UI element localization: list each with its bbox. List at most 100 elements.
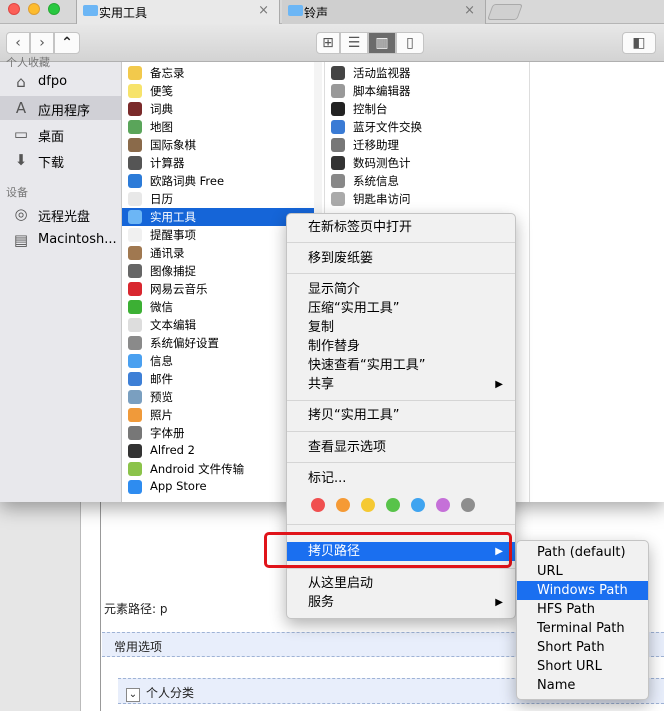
column-view-button[interactable]: ▥ [368,32,396,54]
coverflow-view-button[interactable]: ▯ [396,32,424,54]
sidebar-item-label: 远程光盘 [38,210,91,225]
menu-item-quick-look[interactable]: 快速查看“实用工具” [287,356,515,375]
submenu-arrow-icon: ▶ [495,379,503,390]
menu-item-move-to-trash[interactable]: 移到废纸篓 [287,249,515,268]
folder-icon [83,5,98,16]
sidebar-item-macintosh-hd[interactable]: ▤ Macintosh... [0,228,121,252]
app-icon [128,246,142,260]
app-icon [331,156,345,170]
sidebar-item-remote-disc[interactable]: ◎ 远程光盘 [0,202,121,226]
submenu-item-terminal-path[interactable]: Terminal Path [517,619,648,638]
menu-item-services[interactable]: 服务 ▶ [287,593,515,612]
app-icon [128,372,142,386]
menu-item-duplicate[interactable]: 复制 [287,318,515,337]
app-icon [331,102,345,116]
tag-button[interactable]: ◧ [622,32,656,54]
forward-button[interactable]: › [30,32,54,54]
tag-color-dot[interactable] [461,498,475,512]
sidebar-item-applications[interactable]: A 应用程序 [0,96,121,120]
list-item-label: 钥匙串访问 [353,192,411,206]
tag-color-dot[interactable] [336,498,350,512]
submenu-item-url[interactable]: URL [517,562,648,581]
list-item[interactable]: 地图 [122,118,321,136]
list-item[interactable]: 数码测色计 [325,154,529,172]
menu-item-make-alias[interactable]: 制作替身 [287,337,515,356]
app-icon [128,102,142,116]
app-icon [331,138,345,152]
tag-color-dot[interactable] [361,498,375,512]
list-item[interactable]: 脚本编辑器 [325,82,529,100]
submenu-item-path-default[interactable]: Path (default) [517,543,648,562]
submenu-item-short-url[interactable]: Short URL [517,657,648,676]
list-item[interactable]: 活动监视器 [325,64,529,82]
submenu-item-name[interactable]: Name [517,676,648,695]
menu-item-open-new-tab[interactable]: 在新标签页中打开 [287,218,515,237]
list-item-label: 蓝牙文件交换 [353,120,422,134]
new-tab-button[interactable] [487,4,523,20]
app-icon [128,444,142,458]
app-icon [331,192,345,206]
list-item[interactable]: 词典 [122,100,321,118]
list-item[interactable]: 欧路词典 Free [122,172,321,190]
sidebar-item-label: 桌面 [38,130,65,145]
tag-color-dot[interactable] [386,498,400,512]
submenu-item-windows-path[interactable]: Windows Path [517,581,648,600]
list-item-label: 提醒事项 [150,228,196,242]
back-button[interactable]: ‹ [6,32,30,54]
app-icon [128,228,142,242]
list-item-label: 预览 [150,390,173,404]
list-item[interactable]: 控制台 [325,100,529,118]
list-item-label: 邮件 [150,372,173,386]
submenu-item-hfs-path[interactable]: HFS Path [517,600,648,619]
list-item[interactable]: 便笺 [122,82,321,100]
enclosing-folder-button[interactable]: ⌃ [54,32,80,54]
window-maximize-button[interactable] [48,3,60,15]
tab-close-icon[interactable]: × [464,3,475,18]
personal-category-label: 个人分类 [146,686,195,700]
chevron-down-icon[interactable]: ⌄ [126,688,140,702]
list-item[interactable]: 迁移助理 [325,136,529,154]
list-item-label: 日历 [150,192,173,206]
menu-item-copy-item[interactable]: 拷贝“实用工具” [287,406,515,425]
sidebar-item-desktop[interactable]: ▭ 桌面 [0,122,121,146]
menu-item-view-options[interactable]: 查看显示选项 [287,438,515,457]
menu-item-share[interactable]: 共享 ▶ [287,375,515,394]
menu-item-label: 服务 [308,595,335,610]
list-item-label: Android 文件传输 [150,462,245,476]
sidebar-item-label: dfpo [38,74,68,89]
list-item-label: 信息 [150,354,173,368]
tag-color-dot[interactable] [436,498,450,512]
list-item[interactable]: 计算器 [122,154,321,172]
tag-color-dot[interactable] [311,498,325,512]
app-icon [128,264,142,278]
download-icon: ⬇ [14,151,28,169]
icon-view-button[interactable]: ⊞ [316,32,340,54]
sidebar-item-downloads[interactable]: ⬇ 下载 [0,148,121,172]
list-item[interactable]: 钥匙串访问 [325,190,529,208]
menu-item-tags[interactable]: 标记... [287,469,515,488]
app-icon [331,174,345,188]
tag-color-dot[interactable] [411,498,425,512]
menu-item-open-here[interactable]: 从这里启动 [287,574,515,593]
list-view-button[interactable]: ☰ [340,32,368,54]
app-icon [128,120,142,134]
list-item[interactable]: 系统信息 [325,172,529,190]
window-close-button[interactable] [8,3,20,15]
tab-utilities[interactable]: 实用工具 × [76,0,280,24]
submenu-item-short-path[interactable]: Short Path [517,638,648,657]
menu-separator [287,431,515,432]
window-minimize-button[interactable] [28,3,40,15]
menu-separator [287,400,515,401]
list-item[interactable]: 日历 [122,190,321,208]
list-item[interactable]: 蓝牙文件交换 [325,118,529,136]
tab-close-icon[interactable]: × [258,3,269,18]
sidebar-item-home[interactable]: ⌂ dfpo [0,70,121,94]
list-item-label: 脚本编辑器 [353,84,411,98]
list-item[interactable]: 备忘录 [122,64,321,82]
menu-item-compress[interactable]: 压缩“实用工具” [287,299,515,318]
menu-item-get-info[interactable]: 显示简介 [287,280,515,299]
tab-ringtones[interactable]: 铃声 × [282,0,486,24]
app-icon [128,138,142,152]
list-item[interactable]: 国际象棋 [122,136,321,154]
list-item-label: 系统信息 [353,174,399,188]
